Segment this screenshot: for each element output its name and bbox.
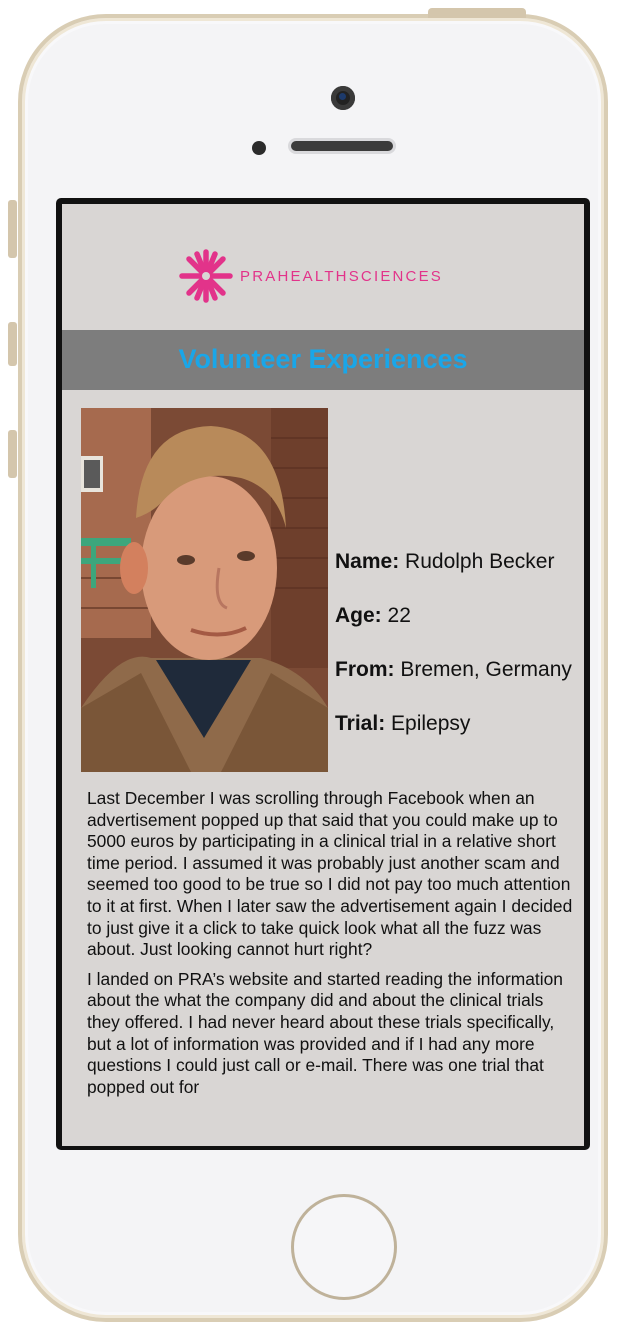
volume-up-button[interactable] bbox=[8, 322, 17, 366]
pra-logo-icon bbox=[179, 249, 233, 303]
earpiece-speaker bbox=[288, 138, 396, 154]
mute-switch[interactable] bbox=[8, 200, 17, 258]
power-button[interactable] bbox=[428, 8, 526, 18]
header-logo-area: PRAHEALTHSCIENCES bbox=[62, 204, 584, 330]
from-row: From: Bremen, Germany bbox=[335, 658, 584, 712]
volunteer-photo bbox=[81, 408, 328, 772]
experience-story: Last December I was scrolling through Fa… bbox=[87, 788, 575, 1106]
age-label: Age: bbox=[335, 604, 382, 627]
volunteer-portrait-image bbox=[81, 408, 328, 772]
trial-label: Trial: bbox=[335, 712, 386, 735]
front-camera bbox=[331, 86, 355, 110]
age-value: 22 bbox=[387, 604, 411, 627]
age-row: Age: 22 bbox=[335, 604, 584, 658]
phone-screen: PRAHEALTHSCIENCES Volunteer Experiences bbox=[56, 198, 590, 1150]
page-title-banner: Volunteer Experiences bbox=[62, 330, 584, 390]
trial-row: Trial: Epilepsy bbox=[335, 712, 584, 766]
story-paragraph: I landed on PRA’s website and started re… bbox=[87, 968, 563, 1097]
story-paragraph: Last December I was scrolling through Fa… bbox=[87, 788, 573, 960]
proximity-sensor bbox=[252, 141, 266, 155]
brand-name: PRAHEALTHSCIENCES bbox=[240, 268, 443, 285]
trial-value: Epilepsy bbox=[391, 712, 471, 735]
from-label: From: bbox=[335, 658, 395, 681]
page-title: Volunteer Experiences bbox=[178, 344, 468, 374]
volume-down-button[interactable] bbox=[8, 430, 17, 478]
volunteer-details: Name: Rudolph Becker Age: 22 From: Breme… bbox=[335, 550, 584, 766]
name-label: Name: bbox=[335, 550, 400, 573]
name-row: Name: Rudolph Becker bbox=[335, 550, 584, 604]
app-viewport[interactable]: PRAHEALTHSCIENCES Volunteer Experiences bbox=[62, 204, 584, 1146]
from-value: Bremen, Germany bbox=[400, 658, 572, 681]
name-value: Rudolph Becker bbox=[405, 550, 555, 573]
home-button[interactable] bbox=[291, 1194, 397, 1300]
